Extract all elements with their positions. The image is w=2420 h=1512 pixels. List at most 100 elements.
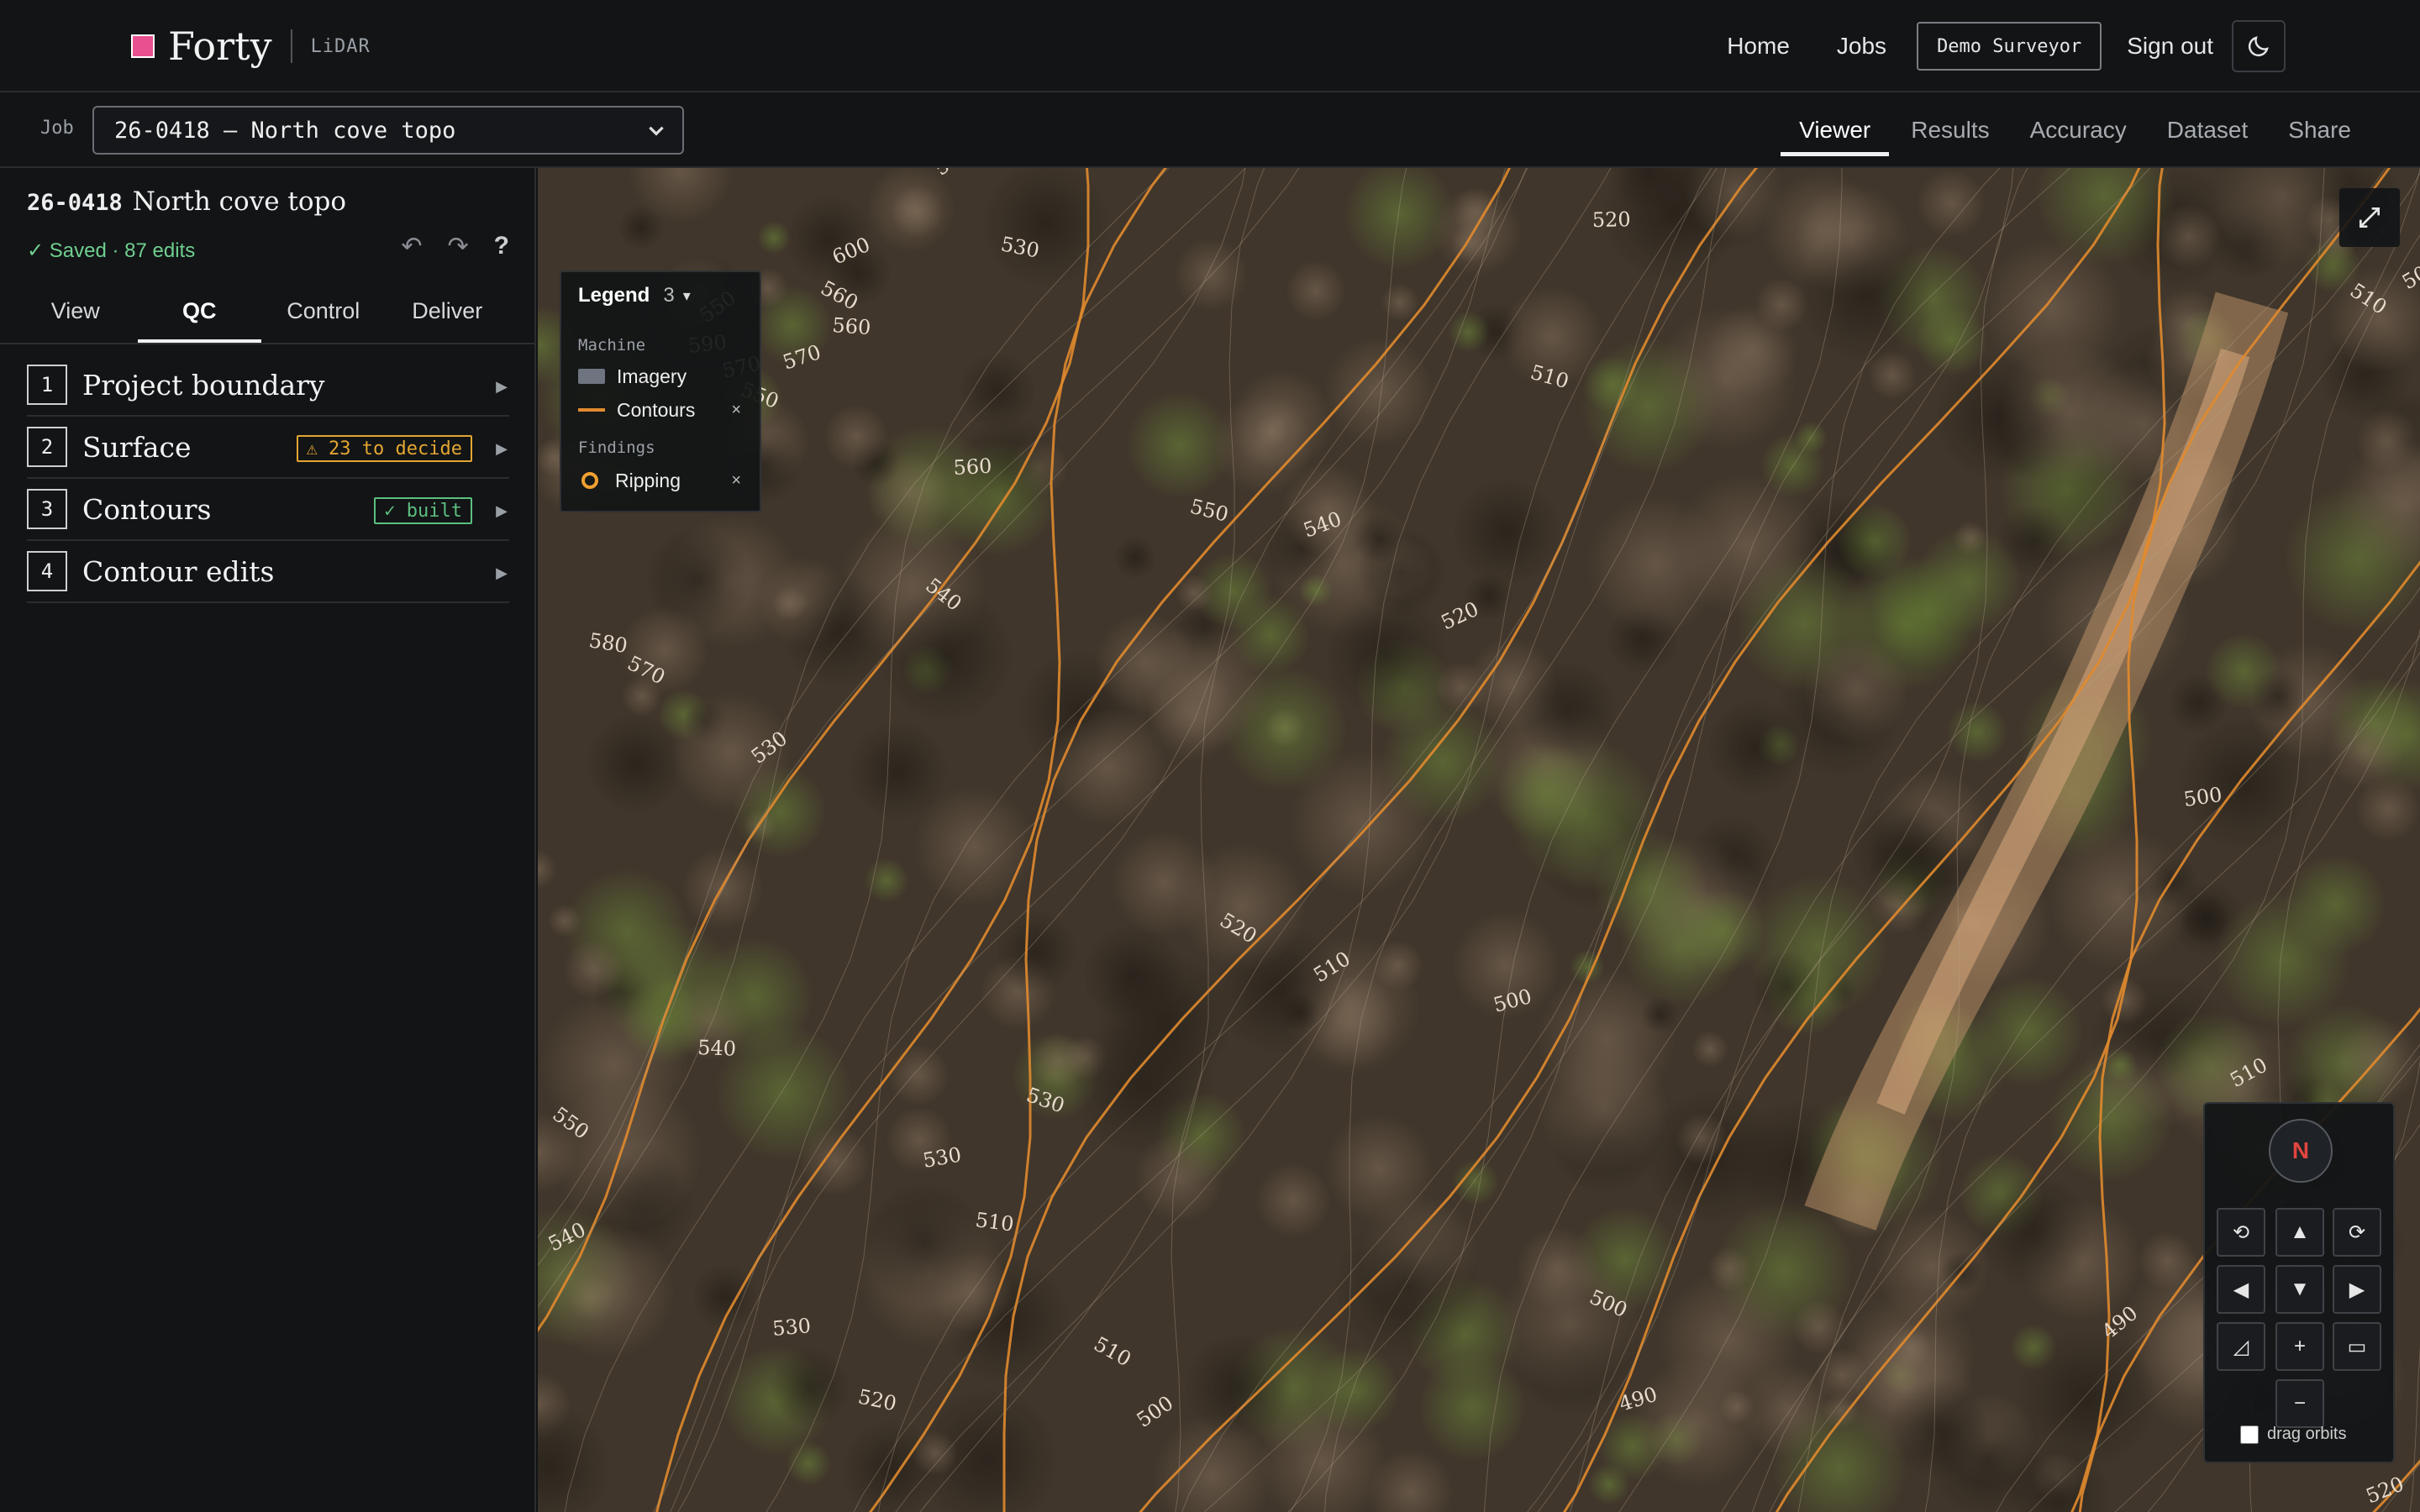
terrain-imagery: 5906005905305605505705205105105005705605… xyxy=(538,168,2420,1512)
legend-item-contours[interactable]: Contours × xyxy=(578,396,746,423)
legend-item-label: Contours xyxy=(617,398,696,421)
terrain-patch xyxy=(1797,226,1935,364)
sidebar-tabs: View QC Control Deliver xyxy=(13,279,509,343)
redo-icon[interactable]: ↷ xyxy=(448,232,469,261)
sidebar-tab-control[interactable]: Control xyxy=(261,279,386,343)
terrain-patch xyxy=(1631,1357,1762,1488)
help-icon[interactable]: ? xyxy=(494,232,509,261)
theme-toggle-button[interactable] xyxy=(2232,20,2286,72)
nav-home[interactable]: Home xyxy=(1727,33,1790,60)
tab-accuracy[interactable]: Accuracy xyxy=(2012,92,2145,168)
chevron-right-icon: ▶ xyxy=(496,440,508,457)
legend-count: 3 xyxy=(663,284,675,307)
project-code: 26-0418 xyxy=(27,190,123,216)
step-number: 1 xyxy=(27,365,67,405)
drag-orbits-checkbox[interactable] xyxy=(2240,1425,2259,1444)
zoom-out-button[interactable]: − xyxy=(2275,1379,2324,1428)
view-tabs: Viewer Results Accuracy Dataset Share xyxy=(1777,92,2370,168)
sign-out-link[interactable]: Sign out xyxy=(2127,33,2213,60)
job-label: Job xyxy=(40,118,74,139)
sidebar-tab-view[interactable]: View xyxy=(13,279,138,343)
rotate-right-button[interactable]: ⟳ xyxy=(2333,1208,2381,1257)
imagery-swatch-icon xyxy=(578,369,605,384)
rotate-left-button[interactable]: ⟲ xyxy=(2217,1208,2265,1257)
brand-name: Forty xyxy=(168,24,272,69)
step-surface[interactable]: 2 Surface ⚠ 23 to decide ▶ xyxy=(27,417,509,479)
legend-section-findings: Findings xyxy=(578,438,655,457)
terrain-patch xyxy=(1691,1031,1728,1068)
terrain-patch xyxy=(1999,342,2140,483)
step-label: Contours xyxy=(82,492,212,526)
contour-line-icon xyxy=(578,408,605,412)
pan-left-button[interactable]: ◀ xyxy=(2217,1265,2265,1314)
terrain-patch xyxy=(1823,1392,1860,1429)
qc-steps: 1 Project boundary ▶ 2 Surface ⚠ 23 to d… xyxy=(27,354,509,603)
job-select-value: 26-0418 — North cove topo xyxy=(114,117,456,144)
chevron-down-icon xyxy=(649,126,664,136)
terrain-patch xyxy=(1174,238,1248,312)
contour-label: 560 xyxy=(953,454,992,480)
legend-item-imagery[interactable]: Imagery xyxy=(578,363,746,390)
terrain-patch xyxy=(1996,504,2070,578)
terrain-patch xyxy=(1586,495,1726,634)
terrain-patch xyxy=(1707,699,1804,796)
legend-item-ripping[interactable]: Ripping × xyxy=(578,467,746,494)
zoom-in-button[interactable]: + xyxy=(2275,1322,2324,1371)
top-nav: Home Jobs Demo Surveyor Sign out xyxy=(1727,20,2286,72)
step-contour-edits[interactable]: 4 Contour edits ▶ xyxy=(27,541,509,603)
fullscreen-button[interactable] xyxy=(2339,188,2400,247)
pan-up-button[interactable]: ▲ xyxy=(2275,1208,2324,1257)
terrain-patch xyxy=(1299,574,1333,607)
drag-orbits-label: drag orbits xyxy=(2267,1425,2347,1443)
tilt-button[interactable]: ◿ xyxy=(2217,1322,2265,1371)
save-status: ✓ Saved · 87 edits xyxy=(27,239,196,262)
undo-icon[interactable]: ↶ xyxy=(401,232,422,261)
contour-label: 560 xyxy=(832,313,872,339)
terrain-patch xyxy=(563,939,623,1000)
legend-item-label: Imagery xyxy=(617,365,687,387)
terrain-patch xyxy=(1286,260,1346,321)
terrain-patch xyxy=(864,858,909,903)
legend-header[interactable]: Legend 3 ▾ xyxy=(578,284,691,307)
job-bar: Job 26-0418 — North cove topo Viewer Res… xyxy=(0,92,2420,168)
pan-right-button[interactable]: ▶ xyxy=(2333,1265,2381,1314)
project-name: North cove topo xyxy=(132,186,347,217)
sidebar-tab-qc[interactable]: QC xyxy=(137,279,262,343)
job-select[interactable]: 26-0418 — North cove topo xyxy=(92,106,684,155)
terrain-patch xyxy=(2250,668,2307,725)
tab-dataset[interactable]: Dataset xyxy=(2149,92,2267,168)
step-label: Project boundary xyxy=(82,368,325,402)
nav-jobs[interactable]: Jobs xyxy=(1837,33,1886,60)
close-icon[interactable]: × xyxy=(731,401,741,420)
ring-icon xyxy=(581,472,598,489)
terrain-patch xyxy=(2138,1231,2196,1290)
contour-label: 530 xyxy=(771,1314,812,1341)
step-number: 3 xyxy=(27,489,67,529)
terrain-patch xyxy=(2155,204,2221,270)
pan-down-button[interactable]: ▼ xyxy=(2275,1265,2324,1314)
step-project-boundary[interactable]: 1 Project boundary ▶ xyxy=(27,354,509,417)
compass-north-button[interactable]: N xyxy=(2269,1119,2333,1183)
top-bar: Forty LiDAR Home Jobs Demo Surveyor Sign… xyxy=(0,0,2420,92)
user-button[interactable]: Demo Surveyor xyxy=(1917,22,2102,71)
brand-subtitle: LiDAR xyxy=(310,35,371,57)
terrain-patch xyxy=(1095,612,1196,713)
terrain-patch xyxy=(863,1182,986,1305)
tab-share[interactable]: Share xyxy=(2270,92,2370,168)
tab-viewer[interactable]: Viewer xyxy=(1781,92,1890,168)
close-icon[interactable]: × xyxy=(731,471,741,491)
expand-icon xyxy=(2360,207,2380,228)
step-contours[interactable]: 3 Contours ✓ built ▶ xyxy=(27,479,509,541)
map-viewer[interactable]: 5906005905305605505705205105105005705605… xyxy=(538,168,2420,1512)
flat-view-button[interactable]: ▭ xyxy=(2333,1322,2381,1371)
terrain-patch xyxy=(1917,169,1986,238)
drag-orbits-toggle[interactable]: drag orbits xyxy=(2240,1425,2347,1444)
terrain-patch xyxy=(1381,283,1419,322)
legend-item-label: Ripping xyxy=(615,469,681,491)
brand[interactable]: Forty LiDAR xyxy=(131,18,371,74)
step-number: 2 xyxy=(27,427,67,467)
terrain-patch xyxy=(1837,503,1912,579)
tab-results[interactable]: Results xyxy=(1892,92,2007,168)
sidebar-tab-deliver[interactable]: Deliver xyxy=(386,279,510,343)
terrain-patch xyxy=(1538,1042,1669,1173)
